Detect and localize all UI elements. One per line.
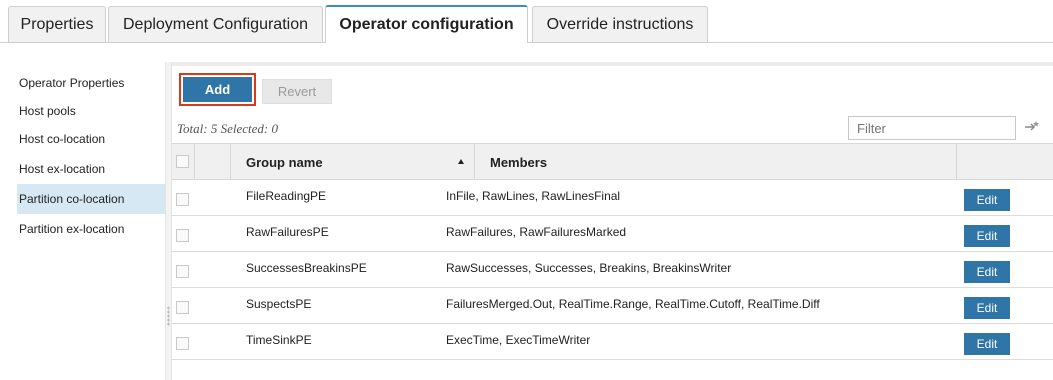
toolbar-top-border (172, 62, 1053, 66)
sidebar-item-label: Host co-location (19, 132, 106, 146)
group-name-cell: FileReadingPE (246, 189, 327, 203)
column-header-label: Group name (246, 154, 323, 170)
group-name-cell: TimeSinkPE (246, 333, 312, 347)
members-cell: FailuresMerged.Out, RealTime.Range, Real… (446, 297, 820, 311)
sidebar: Operator Properties Host pools Host co-l… (17, 68, 165, 244)
row-checkbox[interactable] (176, 337, 189, 350)
edit-button[interactable]: Edit (964, 297, 1010, 319)
tab-operator-configuration[interactable]: Operator configuration (325, 5, 528, 43)
members-cell: ExecTime, ExecTimeWriter (446, 333, 591, 347)
column-header-group-name[interactable]: Group name (246, 144, 323, 180)
column-header-label: Members (490, 154, 548, 170)
table-row[interactable]: SuccessesBreakinsPE RawSuccesses, Succes… (172, 252, 1053, 288)
edit-button[interactable]: Edit (964, 333, 1010, 355)
sidebar-item-partition-ex-location[interactable]: Partition ex-location (17, 214, 165, 244)
table-row[interactable]: SuspectsPE FailuresMerged.Out, RealTime.… (172, 288, 1053, 324)
revert-button[interactable]: Revert (262, 79, 332, 104)
table-row[interactable]: FileReadingPE InFile, RawLines, RawLines… (172, 180, 1053, 216)
column-header-members[interactable]: Members (490, 144, 547, 180)
members-cell: InFile, RawLines, RawLinesFinal (446, 189, 621, 203)
tab-deployment-configuration[interactable]: Deployment Configuration (108, 6, 323, 43)
sidebar-item-partition-co-location[interactable]: Partition co-location (17, 184, 165, 214)
edit-button[interactable]: Edit (964, 189, 1010, 211)
tab-label: Override instructions (546, 16, 694, 33)
column-separator (474, 144, 475, 180)
tab-label: Operator configuration (339, 16, 514, 33)
members-cell: RawSuccesses, Successes, Breakins, Break… (446, 261, 732, 275)
table-row[interactable]: RawFailuresPE RawFailures, RawFailuresMa… (172, 216, 1053, 252)
members-cell: RawFailures, RawFailuresMarked (446, 225, 627, 239)
column-separator (956, 144, 957, 180)
sidebar-item-host-ex-location[interactable]: Host ex-location (17, 154, 165, 184)
sidebar-item-operator-properties[interactable]: Operator Properties (17, 68, 165, 98)
sort-ascending-icon[interactable] (458, 159, 464, 164)
select-all-checkbox[interactable] (176, 155, 189, 168)
partition-table: Group name Members FileReadingPE InFile,… (172, 143, 1053, 360)
filter-input[interactable] (848, 116, 1016, 140)
add-button[interactable]: Add (183, 77, 252, 102)
column-separator (230, 144, 231, 180)
sidebar-item-label: Partition co-location (19, 192, 125, 206)
panel-splitter[interactable] (165, 62, 172, 380)
table-header: Group name Members (172, 143, 1053, 180)
tab-label: Deployment Configuration (123, 16, 308, 33)
tab-label: Properties (20, 16, 94, 33)
group-name-cell: RawFailuresPE (246, 225, 329, 239)
row-checkbox[interactable] (176, 265, 189, 278)
column-separator (194, 144, 195, 180)
tab-bar: Properties Deployment Configuration Oper… (8, 0, 1053, 43)
group-name-cell: SuspectsPE (246, 297, 312, 311)
edit-button[interactable]: Edit (964, 225, 1010, 247)
splitter-grip-icon[interactable] (167, 306, 170, 326)
clear-filter-icon[interactable] (1023, 118, 1041, 136)
edit-button[interactable]: Edit (964, 261, 1010, 283)
sidebar-item-host-pools[interactable]: Host pools (17, 98, 165, 124)
sidebar-item-host-co-location[interactable]: Host co-location (17, 124, 165, 154)
group-name-cell: SuccessesBreakinsPE (246, 261, 367, 275)
selection-summary: Total: 5 Selected: 0 (177, 121, 278, 136)
table-row[interactable]: TimeSinkPE ExecTime, ExecTimeWriter Edit (172, 324, 1053, 360)
sidebar-item-label: Host ex-location (19, 162, 106, 176)
tab-override-instructions[interactable]: Override instructions (532, 6, 708, 43)
sidebar-item-label: Partition ex-location (19, 222, 125, 236)
sidebar-item-label: Host pools (19, 104, 76, 118)
row-checkbox[interactable] (176, 193, 189, 206)
row-checkbox[interactable] (176, 301, 189, 314)
sidebar-item-label: Operator Properties (19, 76, 125, 90)
tab-properties[interactable]: Properties (8, 6, 106, 43)
row-checkbox[interactable] (176, 229, 189, 242)
